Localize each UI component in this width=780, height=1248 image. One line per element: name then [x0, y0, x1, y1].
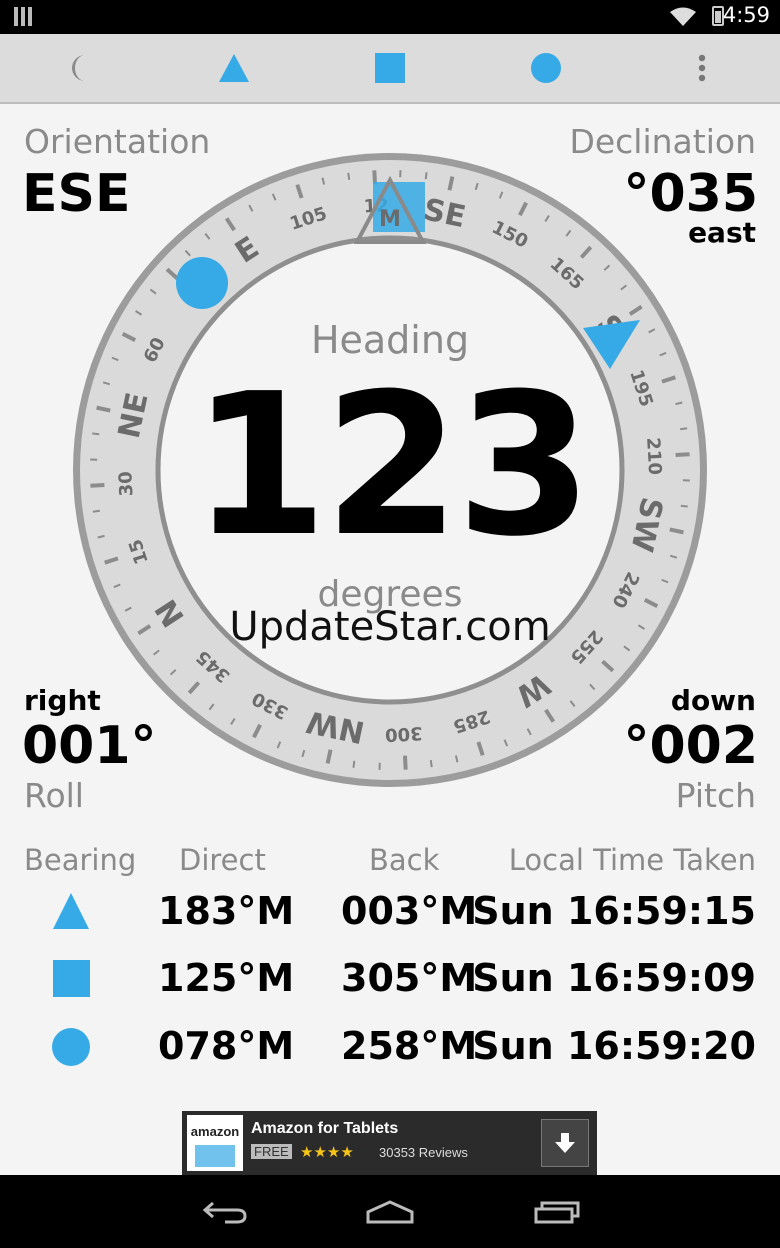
- ad-stars: ★★★★: [300, 1143, 354, 1161]
- back-bearing: 258°M: [341, 1024, 478, 1068]
- square-icon: [53, 960, 90, 997]
- compass-tick: [325, 749, 333, 764]
- back-bearing: 305°M: [341, 956, 478, 1000]
- orientation-value: ESE: [22, 164, 131, 224]
- time-taken: Sun 16:59:15: [472, 889, 756, 933]
- circle-bearing-marker: [176, 257, 228, 309]
- table-header-direct: Direct: [179, 843, 266, 877]
- table-header-bearing: Bearing: [24, 843, 137, 877]
- pitch-value: °002: [623, 716, 758, 776]
- roll-label: Roll: [24, 776, 84, 815]
- circle-bearing-button[interactable]: [506, 34, 586, 102]
- roll-direction: right: [24, 684, 101, 717]
- compass-tick: [347, 172, 351, 180]
- night-mode-button[interactable]: [38, 34, 118, 102]
- overflow-menu-icon: [698, 54, 706, 82]
- ad-title: Amazon for Tablets: [251, 1120, 399, 1137]
- ad-badge: FREE: [251, 1144, 292, 1159]
- declination-direction: east: [688, 216, 756, 249]
- back-bearing: 003°M: [341, 889, 478, 933]
- triangle-icon: [53, 893, 89, 929]
- marker-label: M: [379, 207, 401, 232]
- orientation-label: Orientation: [24, 122, 211, 161]
- pitch-label: Pitch: [675, 776, 756, 815]
- moon-icon: [72, 55, 85, 81]
- square-bearing-button[interactable]: [350, 34, 430, 102]
- compass-tick: [402, 755, 408, 770]
- recents-icon[interactable]: [534, 1200, 580, 1224]
- triangle-bearing-button[interactable]: [194, 34, 274, 102]
- compass-tick: [429, 760, 433, 768]
- triangle-icon: [219, 54, 249, 82]
- roll-value: 001°: [22, 716, 157, 776]
- compass-tick: [424, 172, 428, 180]
- toolbar: [0, 34, 780, 104]
- direct-bearing: 183°M: [158, 889, 295, 933]
- direct-bearing: 078°M: [158, 1024, 295, 1068]
- time-taken: Sun 16:59:09: [472, 956, 756, 1000]
- notification-icon: [14, 7, 32, 26]
- status-time: 4:59: [722, 3, 770, 27]
- ad-reviews: 30353 Reviews: [379, 1145, 468, 1160]
- cart-icon: [195, 1145, 235, 1167]
- navigation-bar: [0, 1175, 780, 1248]
- compass-tick: [352, 760, 356, 768]
- ad-download-button[interactable]: [541, 1119, 589, 1167]
- download-icon: [555, 1133, 575, 1153]
- pitch-direction: down: [670, 684, 756, 717]
- overflow-menu-button[interactable]: [662, 34, 742, 102]
- watermark: UpdateStar.com: [229, 604, 551, 650]
- compass-tick: [447, 176, 455, 191]
- wifi-icon: [670, 7, 696, 26]
- degree-label: 300: [385, 722, 424, 745]
- circle-icon: [52, 1028, 90, 1066]
- table-header-back: Back: [369, 843, 440, 877]
- square-icon: [375, 53, 405, 83]
- status-bar: 4:59: [0, 0, 780, 34]
- back-icon[interactable]: [203, 1199, 247, 1225]
- home-icon[interactable]: [366, 1200, 414, 1224]
- ad-banner[interactable]: amazon Amazon for Tablets FREE ★★★★ 3035…: [182, 1111, 597, 1175]
- circle-icon: [531, 53, 561, 83]
- time-taken: Sun 16:59:20: [472, 1024, 756, 1068]
- table-header-time: Local Time Taken: [508, 843, 756, 877]
- declination-label: Declination: [569, 122, 756, 161]
- heading-value: 123: [191, 352, 592, 580]
- direct-bearing: 125°M: [158, 956, 295, 1000]
- declination-value: °035: [623, 164, 758, 224]
- amazon-logo: amazon: [187, 1115, 243, 1171]
